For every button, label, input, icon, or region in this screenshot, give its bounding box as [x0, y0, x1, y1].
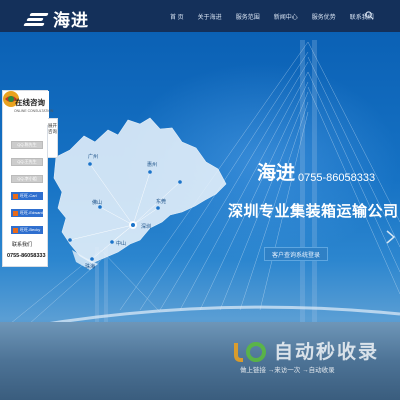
collapse-tab-label: 展开咨询 — [48, 123, 57, 134]
map-city-zhuhai: 珠海 — [85, 263, 95, 270]
watermark: 自动秒收录 做上链接 →来访一次 →自动收录 — [228, 336, 388, 376]
nav-item-news[interactable]: 新闻中心 — [274, 12, 298, 21]
customer-query-login-button[interactable]: 客户查询系统登录 — [264, 247, 328, 261]
map-city-dongguan: 东莞 — [156, 198, 166, 205]
map-city-huizhou: 惠州 — [147, 161, 157, 168]
online-consultation-panel: 在线咨询 ONLINE CONSULTATION QQ-陈先生 QQ-王先生 Q… — [2, 90, 53, 267]
contact-label: 联系我们 — [12, 242, 33, 248]
logo-text: 海进 — [53, 11, 89, 31]
contact-phone: 0755-86058333 — [7, 253, 46, 259]
chevron-right-icon[interactable] — [386, 230, 395, 244]
search-icon[interactable] — [365, 11, 374, 20]
main-nav: 首 页 关于海进 服务范围 新闻中心 服务优势 联系我们 — [170, 0, 388, 32]
map-city-zhongshan: 中山 — [116, 240, 126, 247]
consult-header: 在线咨询 ONLINE CONSULTATION — [3, 91, 53, 125]
watermark-brand: 自动秒收录 — [274, 341, 380, 363]
nav-item-about[interactable]: 关于海进 — [198, 12, 222, 21]
qq-contact-li[interactable]: QQ-李小姐 — [11, 175, 43, 183]
nav-item-advantages[interactable]: 服务优势 — [312, 12, 336, 21]
site-header: 海进 首 页 关于海进 服务范围 新闻中心 服务优势 联系我们 — [0, 0, 400, 32]
watermark-tagline: 做上链接 →来访一次 →自动收录 — [240, 367, 335, 374]
consult-title: 在线咨询 — [15, 98, 45, 107]
wangwang-icon — [13, 227, 18, 233]
hero-subtitle: 深圳专业集装箱运输公司 — [228, 202, 399, 220]
watermark-logo-icon — [234, 342, 266, 362]
site-logo[interactable]: 海进 — [23, 6, 89, 31]
wangwang-contact-carl[interactable]: 旺旺-Carl — [11, 192, 43, 200]
qq-contact-chen[interactable]: QQ-陈先生 — [11, 141, 43, 149]
wangwang-icon — [13, 210, 18, 216]
logo-mark-icon — [23, 11, 50, 27]
map-city-foshan: 佛山 — [92, 199, 102, 206]
wangwang-contact-becky[interactable]: 旺旺-Becky — [11, 226, 43, 234]
wangwang-label: 旺旺-Edward — [20, 210, 43, 215]
wangwang-label: 旺旺-Carl — [20, 193, 37, 198]
consult-collapse-tab[interactable]: 展开咨询 — [48, 118, 58, 158]
map-city-guangzhou: 广州 — [88, 153, 98, 160]
hero-phone: 0755-86058333 — [298, 172, 376, 184]
wangwang-contact-edward[interactable]: 旺旺-Edward — [11, 209, 43, 217]
map-city-shenzhen: 深圳 — [141, 223, 151, 230]
wangwang-icon — [13, 193, 18, 199]
consult-subtitle: ONLINE CONSULTATION — [14, 109, 54, 113]
nav-item-home[interactable]: 首 页 — [170, 12, 184, 21]
hero-title: 海进 — [257, 162, 296, 184]
qq-contact-wang[interactable]: QQ-王先生 — [11, 158, 43, 166]
nav-item-services[interactable]: 服务范围 — [236, 12, 260, 21]
wangwang-label: 旺旺-Becky — [20, 227, 41, 232]
